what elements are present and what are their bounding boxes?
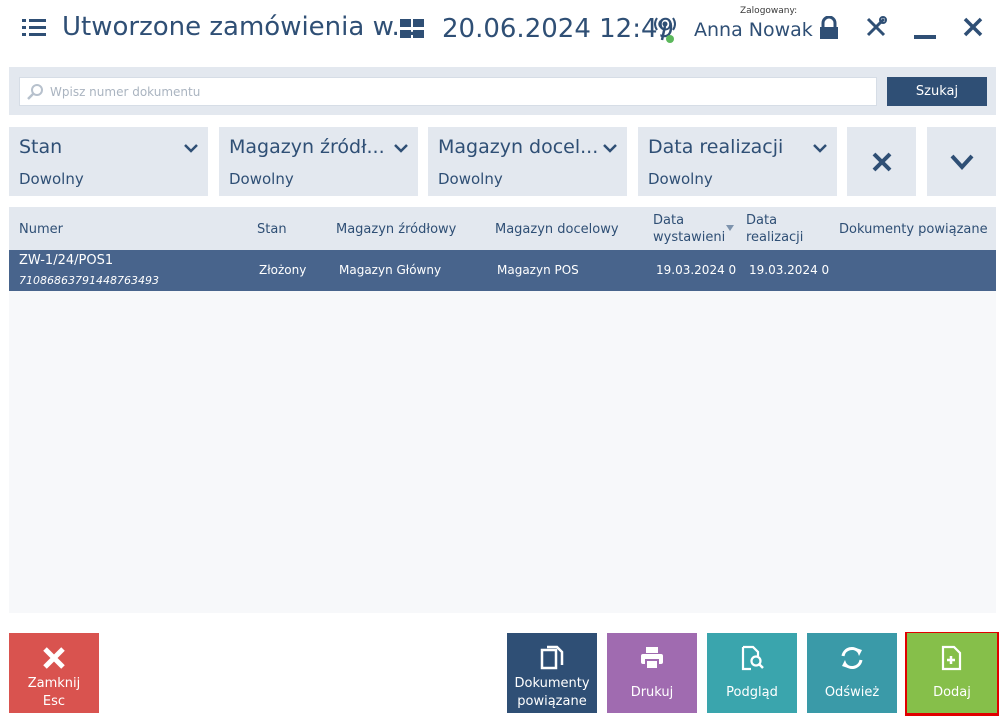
page-title: Utworzone zamówienia w...: [62, 12, 417, 42]
chevron-down-icon: [603, 144, 617, 153]
related-documents-label: Dokumenty: [514, 676, 590, 691]
preview-icon: [707, 643, 797, 673]
sort-descending-icon: [726, 225, 734, 231]
printer-icon: [607, 643, 697, 673]
clear-icon: [872, 152, 891, 171]
title-bar: Utworzone zamówienia w... 20.06.2024 12:…: [0, 0, 1004, 62]
cell-magazyn-docelowy: Magazyn POS: [497, 263, 579, 277]
related-documents-label-line2: powiązane: [517, 694, 587, 709]
column-header-dokumenty-powiazane[interactable]: Dokumenty powiązane: [839, 221, 988, 238]
cell-magazyn-zrodlowy: Magazyn Główny: [339, 263, 442, 277]
close-button-label: Zamknij: [27, 676, 81, 691]
column-header-line: wystawienia: [653, 230, 725, 245]
column-header-line: Data: [746, 213, 778, 228]
table-header: Numer Stan Magazyn źródłowy Magazyn doce…: [9, 207, 996, 250]
filter-value: Dowolny: [648, 170, 713, 188]
table-row[interactable]: ZW-1/24/POS1 71086863791448763493 Złożon…: [9, 250, 996, 291]
related-documents-button[interactable]: Dokumenty powiązane: [507, 633, 597, 713]
cell-ean: 71086863791448763493: [19, 274, 159, 287]
search-button[interactable]: Szukaj: [887, 77, 987, 106]
refresh-button-label: Odśwież: [824, 685, 880, 700]
filter-label: Magazyn źródł...: [229, 136, 385, 158]
add-document-icon: [907, 643, 997, 673]
add-button[interactable]: Dodaj: [907, 633, 997, 713]
filter-label: Magazyn docel...: [438, 136, 599, 158]
documents-icon: [507, 643, 597, 673]
column-header-data-realizacji[interactable]: Data realizacji: [746, 212, 803, 246]
chevron-down-icon: [184, 144, 198, 153]
chevron-down-icon: [394, 144, 408, 153]
chevron-down-icon: [813, 144, 827, 153]
cell-stan: Złożony: [259, 263, 307, 277]
column-header-line: realizacji: [746, 230, 804, 245]
expand-filters-button[interactable]: [927, 127, 996, 196]
windows-grid-icon[interactable]: [400, 19, 425, 39]
column-header-stan[interactable]: Stan: [257, 221, 287, 238]
filter-value: Dowolny: [19, 170, 84, 188]
filter-magazyn-zrodlowy[interactable]: Magazyn źródł... Dowolny: [219, 127, 418, 196]
filter-stan[interactable]: Stan Dowolny: [9, 127, 208, 196]
filter-magazyn-docelowy[interactable]: Magazyn docel... Dowolny: [428, 127, 627, 196]
minimize-icon[interactable]: [914, 35, 936, 39]
lock-icon[interactable]: [818, 15, 840, 40]
add-button-label: Dodaj: [933, 685, 971, 700]
filter-value: Dowolny: [438, 170, 503, 188]
close-x-icon: [9, 643, 99, 673]
preview-button[interactable]: Podgląd: [707, 633, 797, 713]
print-button[interactable]: Drukuj: [607, 633, 697, 713]
close-icon[interactable]: [962, 16, 984, 38]
preview-button-label: Podgląd: [726, 685, 778, 700]
refresh-button[interactable]: Odśwież: [807, 633, 897, 713]
column-header-numer[interactable]: Numer: [19, 221, 63, 238]
column-header-line: Data: [653, 213, 685, 228]
user-name: Anna Nowak: [694, 19, 813, 41]
filter-value: Dowolny: [229, 170, 294, 188]
hamburger-menu-icon[interactable]: [22, 18, 46, 38]
filter-data-realizacji[interactable]: Data realizacji Dowolny: [638, 127, 837, 196]
connection-status-icon: [652, 14, 678, 44]
search-bar: Szukaj: [9, 67, 996, 115]
search-input[interactable]: [50, 81, 850, 103]
table-body[interactable]: ZW-1/24/POS1 71086863791448763493 Złożon…: [9, 250, 996, 613]
refresh-icon: [807, 643, 897, 673]
close-button-shortcut: Esc: [42, 694, 66, 709]
filter-label: Data realizacji: [648, 136, 784, 158]
chevron-down-icon: [950, 154, 973, 170]
cell-data-realizacji: 19.03.2024 00:0: [749, 263, 829, 277]
column-header-magazyn-zrodlowy[interactable]: Magazyn źródłowy: [336, 221, 456, 238]
search-field[interactable]: [19, 77, 877, 106]
logged-in-label: Zalogowany:: [740, 6, 798, 16]
search-icon: [27, 84, 43, 100]
datetime-display: 20.06.2024 12:49: [442, 14, 675, 44]
cell-numer: ZW-1/24/POS1: [19, 253, 114, 268]
filter-label: Stan: [19, 136, 63, 158]
column-header-magazyn-docelowy[interactable]: Magazyn docelowy: [495, 221, 619, 238]
clear-filters-button[interactable]: [847, 127, 916, 196]
tools-icon[interactable]: [864, 15, 888, 39]
column-header-data-wystawienia[interactable]: Data wystawienia: [653, 212, 725, 246]
cell-data-wystawienia: 19.03.2024 09:5: [656, 263, 736, 277]
print-button-label: Drukuj: [630, 685, 674, 700]
close-button[interactable]: Zamknij Esc: [9, 633, 99, 713]
